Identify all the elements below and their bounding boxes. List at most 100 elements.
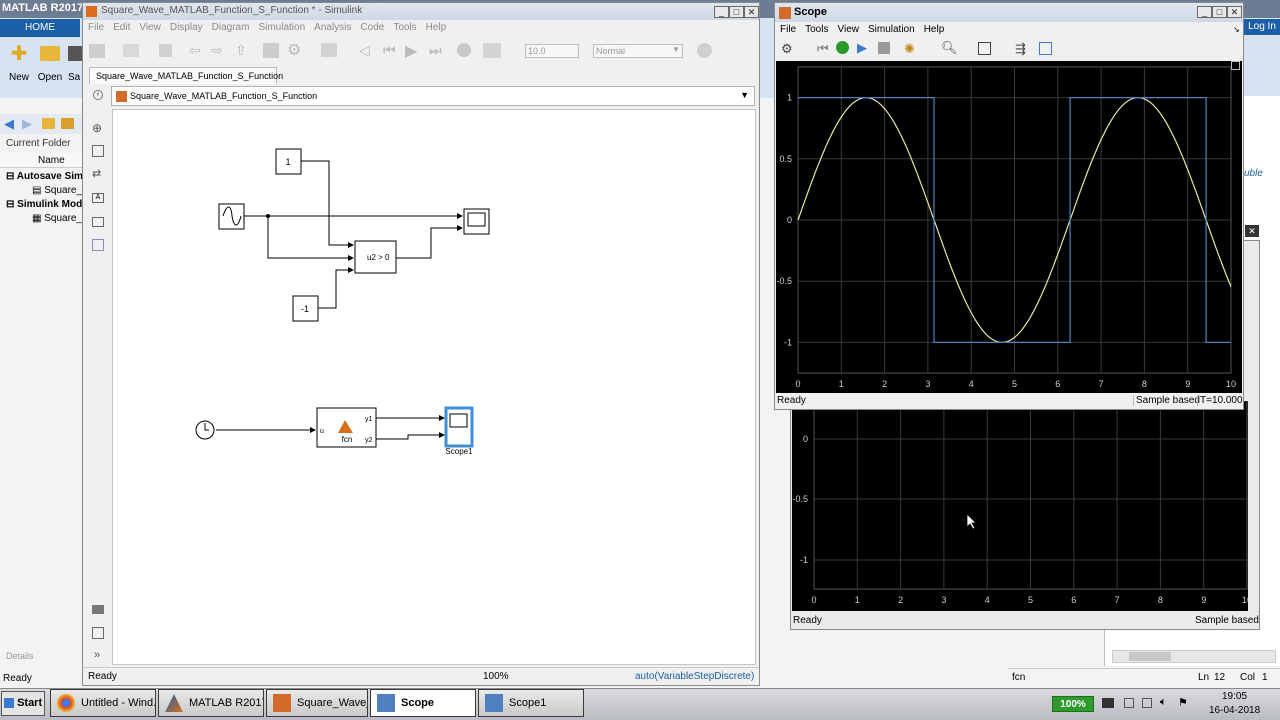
plug-icon[interactable] bbox=[1102, 698, 1114, 708]
back-icon[interactable]: ⇦ bbox=[189, 42, 201, 59]
camera-icon[interactable] bbox=[92, 605, 104, 614]
up-icon[interactable]: ⇧ bbox=[235, 42, 247, 59]
switch-block[interactable]: u2 > 0 bbox=[354, 240, 397, 274]
data-inspector-icon[interactable] bbox=[483, 43, 501, 58]
menu-file[interactable]: File bbox=[88, 22, 104, 33]
run-icon[interactable] bbox=[836, 41, 849, 54]
step-forward-icon[interactable]: ▶ bbox=[857, 40, 867, 56]
tree-item-simulink-models[interactable]: ⊟ Simulink Mode bbox=[6, 199, 88, 210]
constant-minus1-block[interactable]: -1 bbox=[292, 295, 319, 322]
back-arrow-icon[interactable]: ◀ bbox=[4, 116, 14, 132]
stop-time-input[interactable]: 10.0 bbox=[525, 44, 579, 58]
expand-icon[interactable]: » bbox=[94, 649, 100, 661]
clock-block[interactable] bbox=[195, 420, 215, 440]
menu-edit[interactable]: Edit bbox=[113, 22, 130, 33]
editor-hscrollbar[interactable] bbox=[1112, 650, 1276, 663]
run-icon[interactable]: ▶ bbox=[405, 41, 417, 61]
zoom-icon[interactable]: 🔍︎ bbox=[941, 40, 958, 56]
volume-icon[interactable]: 🔈︎ bbox=[1160, 696, 1167, 709]
model-canvas[interactable]: 1 -1 u2 > 0 fcn u y1 y2 Scope1 bbox=[112, 109, 756, 665]
arrows-icon[interactable]: ⇄ bbox=[92, 167, 101, 180]
menu-tools[interactable]: Tools bbox=[805, 24, 828, 35]
menu-help[interactable]: Help bbox=[924, 24, 945, 35]
menu-diagram[interactable]: Diagram bbox=[212, 22, 250, 33]
menu-view[interactable]: View bbox=[139, 22, 161, 33]
taskbar-item-scope[interactable]: Scope bbox=[370, 689, 476, 717]
library-icon[interactable] bbox=[263, 43, 279, 58]
login-button[interactable]: Log In bbox=[1244, 19, 1280, 35]
area-icon[interactable] bbox=[92, 239, 104, 251]
grid-icon[interactable] bbox=[321, 43, 337, 57]
triggers-icon[interactable]: ⇶ bbox=[1015, 41, 1026, 57]
tree-item-model[interactable]: ▦ Square_ bbox=[32, 213, 82, 224]
breadcrumb[interactable]: Square_Wave_MATLAB_Function_S_Function ▼ bbox=[111, 86, 755, 106]
up-folder-icon[interactable] bbox=[42, 118, 55, 129]
network-icon[interactable] bbox=[1142, 698, 1152, 708]
hide-browser-icon[interactable]: ‹ bbox=[93, 90, 103, 100]
matlab-function-block[interactable]: fcn u y1 y2 bbox=[316, 407, 377, 448]
settings-gear-icon[interactable]: ⚙ bbox=[287, 40, 301, 60]
stop-icon[interactable] bbox=[878, 42, 890, 54]
start-button[interactable]: Start bbox=[1, 691, 45, 716]
maximize-button[interactable]: □ bbox=[1212, 6, 1227, 18]
taskbar-item-chrome[interactable]: Untitled - Wind... bbox=[50, 689, 156, 717]
close-button[interactable]: ✕ bbox=[744, 6, 759, 18]
open-button[interactable]: Open bbox=[36, 44, 64, 94]
new-model-icon[interactable] bbox=[89, 44, 105, 58]
image-icon[interactable] bbox=[92, 217, 104, 227]
autoscale-icon[interactable] bbox=[978, 42, 991, 55]
menu-code[interactable]: Code bbox=[360, 22, 384, 33]
clock-date[interactable]: 16-04-2018 bbox=[1209, 705, 1260, 716]
tree-item-autosave[interactable]: ⊟ Autosave Sim bbox=[6, 171, 83, 182]
explorer-icon[interactable] bbox=[92, 627, 104, 639]
step-back-icon[interactable]: ◁ bbox=[359, 42, 370, 59]
new-button[interactable]: ✚ New bbox=[6, 44, 32, 94]
menu-file[interactable]: File bbox=[780, 24, 796, 35]
taskbar-item-scope1[interactable]: Scope1 bbox=[478, 689, 584, 717]
step-back-icon[interactable]: ⏮ bbox=[817, 41, 829, 57]
check-model-icon[interactable] bbox=[697, 43, 712, 58]
notification-icon[interactable] bbox=[1124, 698, 1134, 708]
breadcrumb-dropdown-icon[interactable]: ▼ bbox=[740, 90, 749, 100]
details-panel[interactable]: Details bbox=[6, 651, 34, 661]
save-model-icon[interactable] bbox=[159, 44, 172, 57]
scope1-block[interactable]: Scope1 bbox=[444, 406, 474, 456]
forward-arrow-icon[interactable]: ▶ bbox=[22, 116, 32, 132]
model-tab[interactable]: Square_Wave_MATLAB_Function_S_Function bbox=[89, 67, 283, 84]
tab-home[interactable]: HOME bbox=[0, 19, 80, 37]
highlight-icon[interactable]: ✺ bbox=[904, 41, 915, 57]
menu-simulation[interactable]: Simulation bbox=[868, 24, 915, 35]
step-forward-icon[interactable]: ⏭ bbox=[429, 42, 442, 59]
menu-simulation[interactable]: Simulation bbox=[258, 22, 305, 33]
step-icon[interactable]: ⏮ bbox=[383, 42, 396, 59]
name-column-header[interactable]: Name bbox=[0, 153, 82, 168]
taskbar-item-matlab[interactable]: MATLAB R2017b bbox=[158, 689, 264, 717]
minimize-button[interactable]: _ bbox=[1197, 6, 1212, 18]
menu-help[interactable]: Help bbox=[426, 22, 447, 33]
minimize-button[interactable]: _ bbox=[714, 6, 729, 18]
annotation-icon[interactable]: A bbox=[92, 193, 104, 203]
browse-folder-icon[interactable] bbox=[61, 118, 74, 129]
editor-close-icon[interactable]: ✕ bbox=[1245, 225, 1259, 237]
menu-view[interactable]: View bbox=[837, 24, 859, 35]
menu-analysis[interactable]: Analysis bbox=[314, 22, 351, 33]
settings-gear-icon[interactable]: ⚙ bbox=[781, 41, 793, 57]
forward-icon[interactable]: ⇨ bbox=[211, 42, 223, 59]
zoom-icon[interactable]: ⊕ bbox=[92, 121, 102, 135]
close-button[interactable]: ✕ bbox=[1227, 6, 1242, 18]
maximize-button[interactable]: □ bbox=[729, 6, 744, 18]
stop-icon[interactable] bbox=[457, 43, 471, 57]
constant-1-block[interactable]: 1 bbox=[275, 148, 302, 175]
open-model-icon[interactable] bbox=[123, 44, 139, 57]
save-button[interactable]: Sa bbox=[68, 44, 82, 94]
edit-icon[interactable] bbox=[1039, 42, 1052, 55]
undock-icon[interactable] bbox=[1231, 61, 1240, 70]
tree-item-file[interactable]: ▤ Square_ bbox=[32, 185, 82, 196]
scope-block[interactable] bbox=[463, 208, 490, 235]
scroll-thumb[interactable] bbox=[1129, 652, 1171, 661]
flag-icon[interactable]: ⚑ bbox=[1178, 696, 1188, 709]
sine-wave-block[interactable] bbox=[218, 203, 245, 230]
sim-mode-select[interactable]: Normal ▼ bbox=[593, 44, 683, 58]
menu-display[interactable]: Display bbox=[170, 22, 203, 33]
fit-view-icon[interactable] bbox=[92, 145, 104, 157]
